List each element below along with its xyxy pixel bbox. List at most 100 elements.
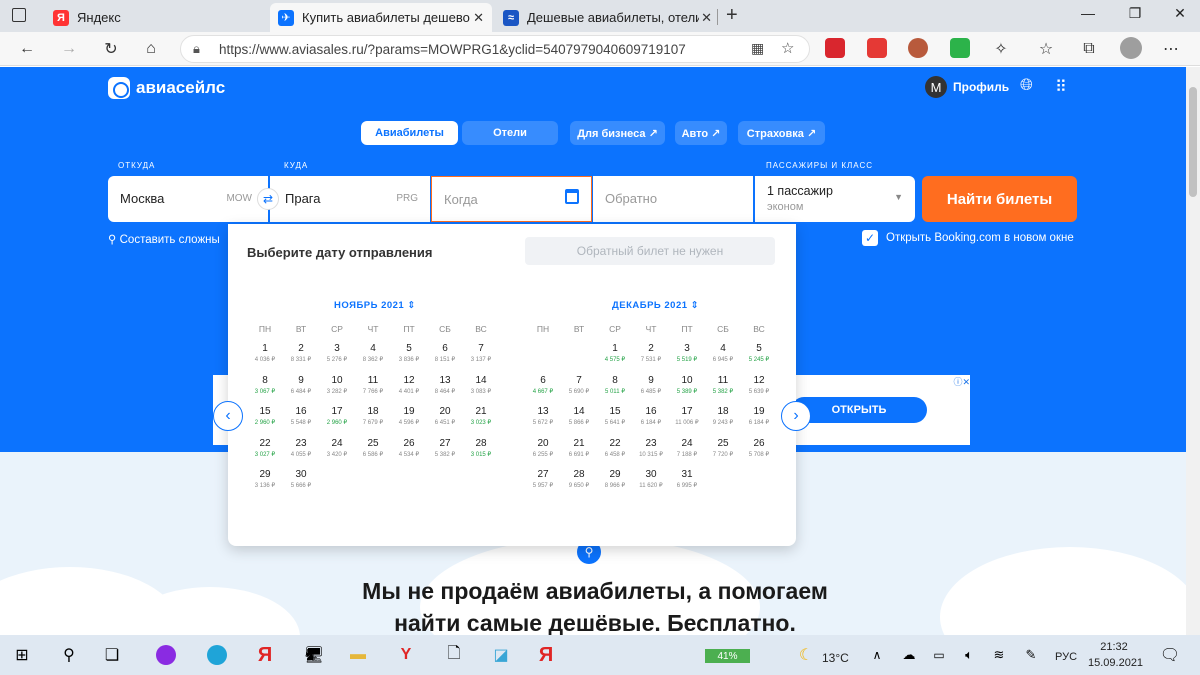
next-month-icon[interactable]: › (781, 401, 811, 431)
extension-lamoda-icon[interactable] (867, 38, 887, 58)
tab-actions-icon[interactable] (12, 8, 26, 22)
calendar-day[interactable]: 16 (633, 406, 669, 417)
calendar-day[interactable]: 24 (319, 438, 355, 449)
tab-insurance[interactable]: Страховка ↗ (738, 121, 825, 145)
calendar-day[interactable]: 12 (391, 375, 427, 386)
battery-icon[interactable]: ▭ (925, 641, 953, 669)
calendar-day[interactable]: 14 (561, 406, 597, 417)
calendar-day[interactable]: 13 (427, 375, 463, 386)
calendar-day[interactable]: 27 (525, 469, 561, 480)
prev-month-icon[interactable]: ‹ (213, 401, 243, 431)
calendar-day[interactable]: 26 (391, 438, 427, 449)
volume-icon[interactable]: 🔈︎ (955, 641, 983, 669)
calendar-day[interactable]: 8 (597, 375, 633, 386)
no-return-button[interactable]: Обратный билет не нужен (525, 237, 775, 265)
calendar-day[interactable]: 1 (247, 343, 283, 354)
temperature[interactable]: 13°C (822, 651, 849, 665)
calendar-day[interactable]: 27 (427, 438, 463, 449)
vertical-scrollbar[interactable] (1186, 67, 1200, 635)
calendar-day[interactable]: 3 (669, 343, 705, 354)
favorites-icon[interactable]: ☆ (1035, 38, 1057, 60)
calendar-day[interactable]: 19 (741, 406, 777, 417)
calendar-day[interactable]: 21 (463, 406, 499, 417)
calendar-day[interactable]: 29 (597, 469, 633, 480)
profile-button[interactable]: М Профиль (925, 76, 1009, 98)
search-icon[interactable]: ⚲ (55, 641, 83, 669)
profile-avatar-icon[interactable] (1120, 37, 1142, 59)
calendar-day[interactable]: 28 (463, 438, 499, 449)
weather-icon[interactable]: ☾ (792, 641, 820, 669)
ad-info-icon[interactable]: ⓘ✕ (953, 375, 970, 388)
calendar-day[interactable]: 20 (525, 438, 561, 449)
task-view-icon[interactable]: ❏ (98, 641, 126, 669)
calendar-day[interactable]: 26 (741, 438, 777, 449)
calendar-day[interactable]: 12 (741, 375, 777, 386)
tab-business[interactable]: Для бизнеса ↗ (570, 121, 665, 145)
calendar-day[interactable]: 6 (427, 343, 463, 354)
reload-icon[interactable]: ↻ (100, 38, 122, 60)
alice-icon[interactable] (152, 641, 180, 669)
yandex-red-icon[interactable]: Я (532, 641, 560, 669)
complex-route-link[interactable]: ⚲ Составить сложны (108, 232, 220, 246)
calendar-day[interactable]: 31 (669, 469, 705, 480)
calendar-day[interactable]: 17 (319, 406, 355, 417)
calendar-day[interactable]: 22 (597, 438, 633, 449)
month-title[interactable]: ДЕКАБРЬ 2021 ⇕ (612, 300, 699, 311)
tab-auto[interactable]: Авто ↗ (675, 121, 727, 145)
minimize-icon[interactable]: — (1073, 5, 1103, 21)
swap-icon[interactable]: ⇄ (257, 188, 279, 210)
network-alert-icon[interactable]: ☁ (895, 641, 923, 669)
calendar-day[interactable]: 10 (319, 375, 355, 386)
yandex-app-icon[interactable]: Я (251, 641, 279, 669)
favorite-add-icon[interactable]: ☆ (781, 39, 794, 57)
calendar-day[interactable]: 6 (525, 375, 561, 386)
calendar-day[interactable]: 21 (561, 438, 597, 449)
calendar-day[interactable]: 15 (597, 406, 633, 417)
aviasales-logo[interactable]: авиасейлс (108, 77, 225, 99)
close-window-icon[interactable]: ✕ (1165, 5, 1195, 22)
calendar-day[interactable]: 8 (247, 375, 283, 386)
calendar-day[interactable]: 2 (283, 343, 319, 354)
calendar-day[interactable]: 9 (283, 375, 319, 386)
clock[interactable]: 21:32 15.09.2021 (1088, 639, 1143, 671)
calendar-day[interactable]: 11 (705, 375, 741, 386)
calendar-day[interactable]: 10 (669, 375, 705, 386)
wifi-icon[interactable]: ≋ (985, 641, 1013, 669)
calendar-day[interactable]: 13 (525, 406, 561, 417)
calendar-day[interactable]: 18 (705, 406, 741, 417)
language-indicator[interactable]: РУС (1055, 651, 1077, 663)
back-icon[interactable]: ← (16, 38, 38, 60)
depart-date-field[interactable]: Когда (431, 176, 592, 222)
to-field[interactable]: Прага PRG (270, 176, 430, 222)
calendar-day[interactable]: 30 (283, 469, 319, 480)
forward-icon[interactable]: → (58, 38, 80, 60)
edge-icon[interactable] (203, 641, 231, 669)
calendar-day[interactable]: 29 (247, 469, 283, 480)
tray-chevron-icon[interactable]: ∧ (863, 641, 891, 669)
month-title[interactable]: НОЯБРЬ 2021 ⇕ (334, 300, 416, 311)
calendar-day[interactable]: 22 (247, 438, 283, 449)
calendar-day[interactable]: 24 (669, 438, 705, 449)
calendar-day[interactable]: 14 (463, 375, 499, 386)
calendar-day[interactable]: 25 (355, 438, 391, 449)
globe-icon[interactable]: 🌐︎ (1020, 77, 1033, 95)
close-tab-icon[interactable]: ✕ (701, 10, 712, 26)
monitor-icon[interactable]: 🖥︎ (300, 641, 328, 669)
extension-red-icon[interactable] (825, 38, 845, 58)
document-icon[interactable]: 🗋︎ (440, 641, 468, 669)
scrollbar-thumb[interactable] (1189, 87, 1197, 197)
home-icon[interactable]: ⌂ (140, 38, 162, 60)
calendar-day[interactable]: 15 (247, 406, 283, 417)
menu-dots-icon[interactable]: ⋯ (1160, 38, 1182, 60)
calendar-day[interactable]: 18 (355, 406, 391, 417)
new-tab-icon[interactable]: + (726, 4, 738, 27)
calendar-day[interactable]: 5 (391, 343, 427, 354)
calendar-day[interactable]: 7 (561, 375, 597, 386)
tab-booking[interactable]: ≈ Дешевые авиабилеты, отели и ✕ (495, 3, 720, 32)
ad-open-button[interactable]: ОТКРЫТЬ (791, 397, 927, 423)
tab-hotels[interactable]: Отели (462, 121, 558, 145)
from-field[interactable]: Москва MOW (108, 176, 268, 222)
address-bar[interactable]: 🔒︎ https://www.aviasales.ru/?params=MOWP… (180, 35, 810, 63)
calendar-day[interactable]: 11 (355, 375, 391, 386)
pen-icon[interactable]: ✎ (1017, 641, 1045, 669)
